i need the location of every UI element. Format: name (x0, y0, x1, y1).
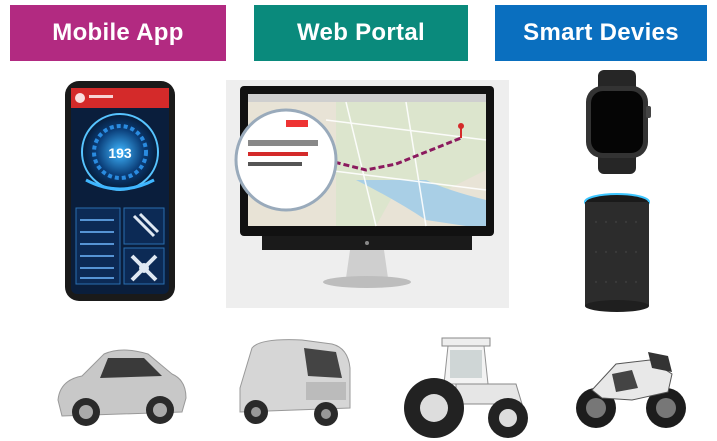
smartphone-icon: 193 (65, 81, 175, 301)
desktop-monitor-icon (226, 80, 509, 308)
car-icon (57, 349, 187, 426)
truck-icon (239, 339, 351, 426)
smart-devices-label: Smart Devies (523, 19, 679, 46)
mobile-app-header: Mobile App (10, 5, 226, 61)
tractor-icon (404, 337, 528, 438)
speed-readout: 193 (108, 145, 132, 161)
web-portal-header: Web Portal (254, 5, 468, 61)
web-portal-label: Web Portal (297, 19, 425, 46)
mobile-app-label: Mobile App (52, 19, 184, 46)
smart-speaker-icon (584, 193, 650, 312)
smartwatch-icon (586, 70, 651, 174)
motorcycle-icon (576, 352, 686, 428)
smart-devices-header: Smart Devies (495, 5, 707, 61)
